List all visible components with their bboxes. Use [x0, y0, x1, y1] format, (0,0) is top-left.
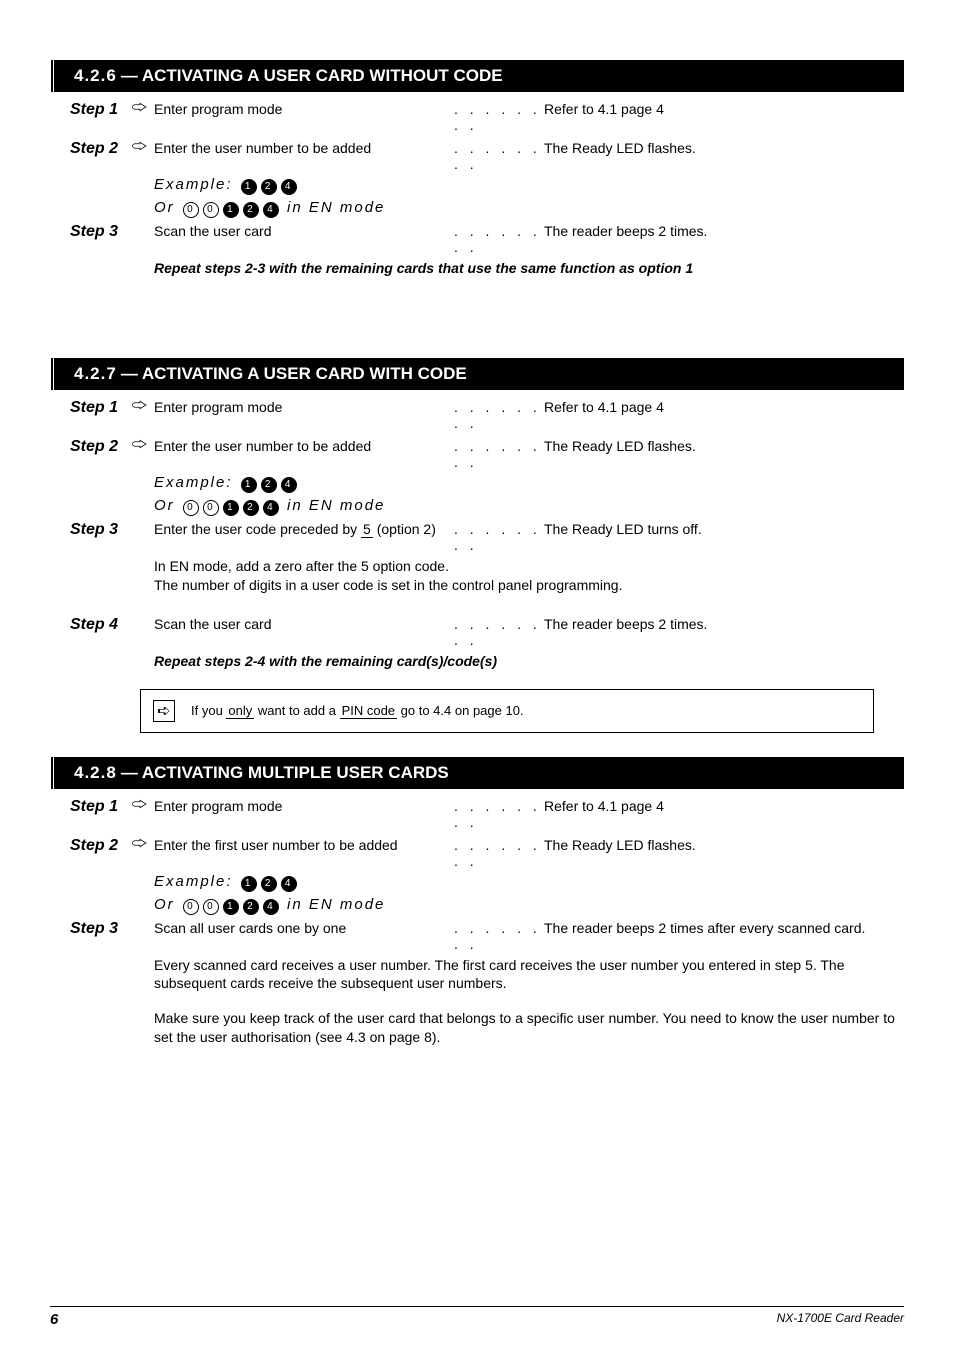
- repeat-note: Repeat steps 2-3 with the remaining card…: [154, 259, 904, 278]
- extra-note: The number of digits in a user code is s…: [154, 576, 904, 595]
- step-row: Step 2 Enter the first user number to be…: [70, 834, 904, 869]
- info-note: Make sure you keep track of the user car…: [154, 1009, 904, 1047]
- step-row: Step 4 Scan the user card . . . . . . . …: [70, 615, 904, 648]
- point-icon: [126, 435, 154, 454]
- point-icon: [126, 98, 154, 117]
- point-icon: [126, 834, 154, 853]
- step-row: Step 3 Scan the user card . . . . . . . …: [70, 222, 904, 255]
- info-note: Every scanned card receives a user numbe…: [154, 956, 904, 994]
- step-row: Step 3 Enter the user code preceded by 5…: [70, 520, 904, 553]
- extra-note: In EN mode, add a zero after the 5 optio…: [154, 557, 904, 576]
- repeat-note: Repeat steps 2-4 with the remaining card…: [154, 652, 904, 671]
- keypad-sequence: Example: 124: [154, 474, 904, 493]
- keypad-sequence: Or 00124 in EN mode: [154, 497, 904, 516]
- keypad-sequence: Or 00124 in EN mode: [154, 199, 904, 218]
- arrow-icon: ➪: [153, 700, 175, 722]
- point-icon: [126, 795, 154, 814]
- point-icon: [126, 137, 154, 156]
- keypad-sequence: Example: 124: [154, 176, 904, 195]
- page-footer: 6 NX-1700E Card Reader: [50, 1306, 904, 1328]
- keypad-sequence: Example: 124: [154, 873, 904, 892]
- step-row: Step 1 Enter program mode . . . . . . . …: [70, 795, 904, 830]
- note-box: ➪ If you only want to add a PIN code go …: [140, 689, 874, 733]
- step-row: Step 2 Enter the user number to be added…: [70, 137, 904, 172]
- point-icon: [126, 396, 154, 415]
- section-header: 4.2.7—ACTIVATING A USER CARD WITH CODE: [50, 358, 904, 390]
- step-row: Step 3 Scan all user cards one by one . …: [70, 919, 904, 952]
- page-number: 6: [50, 1311, 58, 1328]
- section-header: 4.2.6—ACTIVATING A USER CARD WITHOUT COD…: [50, 60, 904, 92]
- step-row: Step 1 Enter program mode . . . . . . . …: [70, 396, 904, 431]
- step-row: Step 1 Enter program mode . . . . . . . …: [70, 98, 904, 133]
- section-header: 4.2.8—ACTIVATING MULTIPLE USER CARDS: [50, 757, 904, 789]
- step-row: Step 2 Enter the user number to be added…: [70, 435, 904, 470]
- keypad-sequence: Or 00124 in EN mode: [154, 896, 904, 915]
- doc-title: NX-1700E Card Reader: [777, 1311, 904, 1328]
